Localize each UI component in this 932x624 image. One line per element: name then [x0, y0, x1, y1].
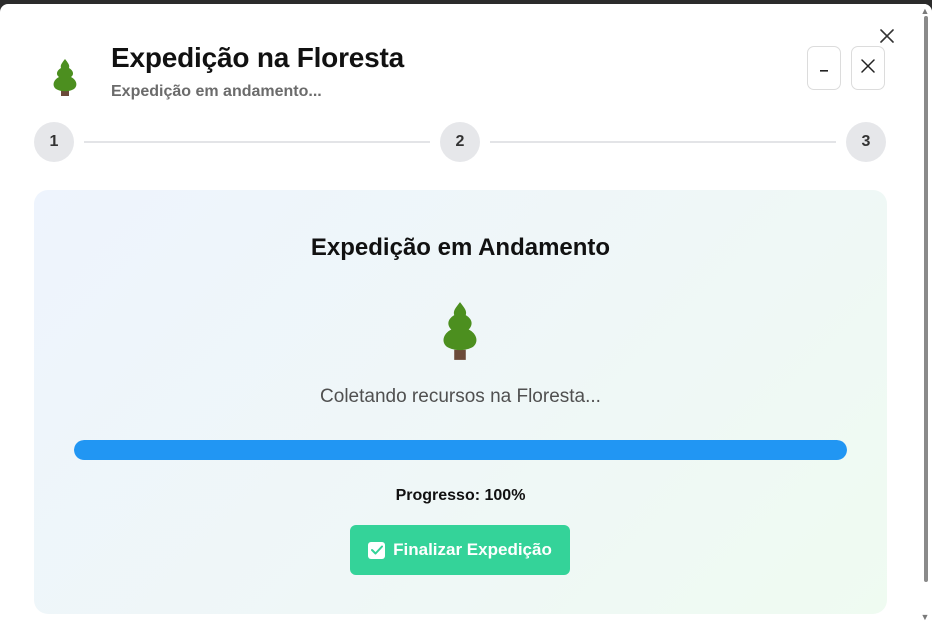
close-icon: [861, 58, 875, 78]
modal-window: ▲ ▼ Expedição na Floresta Expedição em a…: [0, 4, 932, 624]
progress-bar: [74, 440, 847, 460]
expedition-panel: Expedição em Andamento Coletando recurso…: [34, 190, 887, 614]
evergreen-tree-icon: [47, 56, 83, 100]
panel-title: Expedição em Andamento: [310, 234, 611, 261]
step-3: 3: [846, 122, 886, 162]
minimize-button[interactable]: [807, 46, 841, 90]
finish-expedition-button[interactable]: Finalizar Expedição: [350, 525, 570, 575]
progress-text: Progresso: 100%: [34, 487, 887, 505]
checkmark-icon: [368, 541, 386, 559]
dialog-close-icon[interactable]: [877, 26, 897, 46]
scrollbar[interactable]: ▲ ▼: [918, 4, 932, 624]
minimize-icon: [819, 59, 829, 77]
step-2: 2: [440, 122, 480, 162]
page-subtitle: Expedição em andamento...: [111, 83, 322, 100]
progress-label: Progresso:: [395, 487, 481, 504]
evergreen-tree-icon: [434, 298, 486, 364]
scroll-down-icon[interactable]: ▼: [920, 612, 930, 622]
progress-fill: [74, 440, 847, 460]
step-connector: [84, 141, 430, 143]
scroll-up-icon[interactable]: ▲: [920, 6, 930, 16]
page-title: Expedição na Floresta: [111, 42, 405, 73]
scrollbar-thumb[interactable]: [924, 16, 928, 582]
close-button[interactable]: [851, 46, 885, 90]
step-1: 1: [34, 122, 74, 162]
progress-value: 100%: [484, 487, 526, 504]
finish-expedition-label: Finalizar Expedição: [393, 540, 552, 559]
status-text: Coletando recursos na Floresta...: [320, 386, 601, 407]
step-connector: [490, 141, 836, 143]
